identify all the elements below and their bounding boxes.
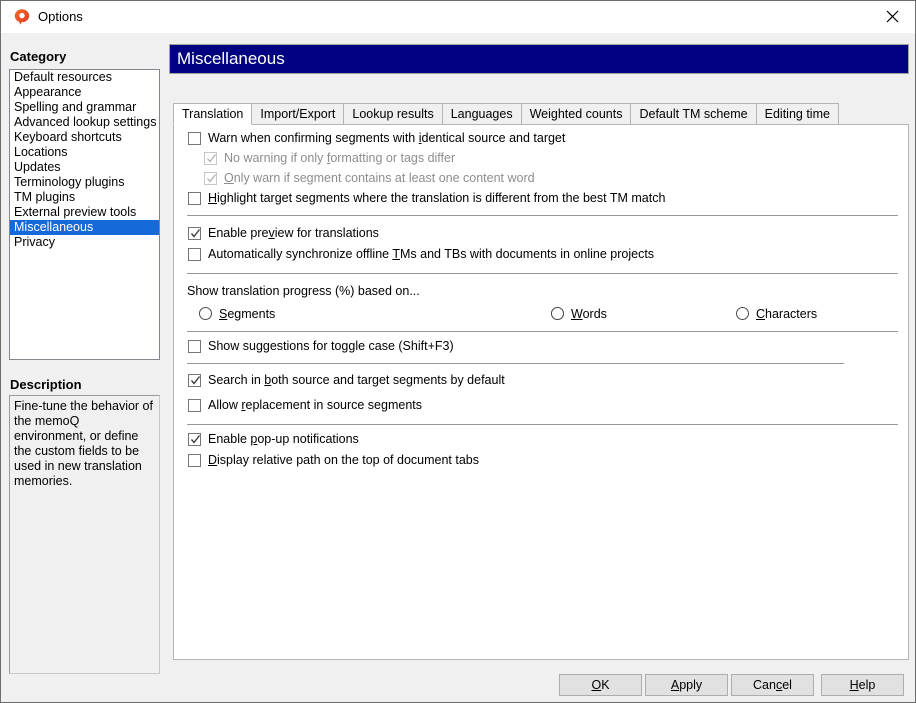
tab-strip: TranslationImport/ExportLookup resultsLa… [173, 103, 909, 125]
checkbox-no-warning-formatting [204, 152, 217, 165]
checkbox-highlight-target[interactable] [188, 192, 201, 205]
category-item[interactable]: Advanced lookup settings [10, 115, 159, 130]
label-allow-replacement: Allow replacement in source segments [208, 398, 422, 413]
category-item[interactable]: Spelling and grammar [10, 100, 159, 115]
option-only-warn-content-word: Only warn if segment contains at least o… [204, 170, 535, 186]
progress-group-caption: Show translation progress (%) based on..… [187, 284, 420, 298]
category-item[interactable]: Terminology plugins [10, 175, 159, 190]
label-no-warning-formatting: No warning if only formatting or tags di… [224, 151, 455, 166]
label-warn-identical: Warn when confirming segments with ident… [208, 131, 565, 146]
label-toggle-case: Show suggestions for toggle case (Shift+… [208, 339, 454, 354]
label-words: Words [571, 306, 607, 322]
tab-lookup-results[interactable]: Lookup results [343, 103, 442, 124]
radio-segments[interactable] [199, 307, 212, 320]
option-toggle-case[interactable]: Show suggestions for toggle case (Shift+… [188, 338, 454, 354]
category-item[interactable]: Default resources [10, 70, 159, 85]
tab-default-tm-scheme[interactable]: Default TM scheme [630, 103, 756, 124]
check-mark-icon [206, 172, 217, 185]
checkbox-relative-path[interactable] [188, 454, 201, 467]
option-relative-path[interactable]: Display relative path on the top of docu… [188, 452, 479, 468]
category-item[interactable]: External preview tools [10, 205, 159, 220]
label-highlight-target: Highlight target segments where the tran… [208, 191, 665, 206]
label-popup-notifications: Enable pop-up notifications [208, 432, 359, 447]
option-popup-notifications[interactable]: Enable pop-up notifications [188, 431, 359, 447]
page-header-banner: Miscellaneous [169, 44, 909, 74]
label-auto-sync: Automatically synchronize offline TMs an… [208, 247, 654, 262]
divider-4 [187, 363, 844, 364]
apply-button[interactable]: Apply [645, 674, 728, 696]
options-dialog: Options Category Default resourcesAppear… [0, 0, 916, 703]
divider-1 [187, 215, 898, 216]
tab-import-export[interactable]: Import/Export [251, 103, 344, 124]
option-enable-preview[interactable]: Enable preview for translations [188, 225, 379, 241]
divider-3 [187, 331, 898, 332]
label-characters: Characters [756, 306, 817, 322]
category-item[interactable]: Privacy [10, 235, 159, 250]
category-item[interactable]: TM plugins [10, 190, 159, 205]
cancel-button[interactable]: Cancel [731, 674, 814, 696]
option-allow-replacement[interactable]: Allow replacement in source segments [188, 397, 422, 413]
check-mark-icon [206, 152, 217, 165]
title-bar: Options [1, 1, 915, 33]
option-highlight-target[interactable]: Highlight target segments where the tran… [188, 190, 665, 206]
label-only-warn-content-word: Only warn if segment contains at least o… [224, 171, 535, 186]
tab-editing-time[interactable]: Editing time [756, 103, 839, 124]
check-mark-icon [190, 433, 201, 446]
check-mark-icon [190, 227, 201, 240]
description-label: Description [10, 377, 82, 392]
ok-button[interactable]: OK [559, 674, 642, 696]
checkbox-only-warn-content-word [204, 172, 217, 185]
option-search-both[interactable]: Search in both source and target segment… [188, 372, 505, 388]
category-label: Category [10, 49, 66, 64]
window-title: Options [38, 8, 83, 25]
progress-radio-group: Segments Words Characters [187, 306, 887, 322]
label-segments: Segments [219, 306, 275, 322]
category-item[interactable]: Keyboard shortcuts [10, 130, 159, 145]
option-no-warning-formatting: No warning if only formatting or tags di… [204, 150, 455, 166]
option-warn-identical[interactable]: Warn when confirming segments with ident… [188, 130, 565, 146]
radio-characters[interactable] [736, 307, 749, 320]
checkbox-warn-identical[interactable] [188, 132, 201, 145]
tab-weighted-counts[interactable]: Weighted counts [521, 103, 632, 124]
tab-languages[interactable]: Languages [442, 103, 522, 124]
category-list[interactable]: Default resourcesAppearanceSpelling and … [9, 69, 160, 360]
close-icon[interactable] [870, 1, 915, 32]
description-text: Fine-tune the behavior of the memoQ envi… [10, 396, 159, 489]
category-item[interactable]: Appearance [10, 85, 159, 100]
checkbox-auto-sync[interactable] [188, 248, 201, 261]
memoq-logo-icon [13, 8, 31, 26]
page-title: Miscellaneous [177, 49, 285, 69]
checkbox-enable-preview[interactable] [188, 227, 201, 240]
label-search-both: Search in both source and target segment… [208, 373, 505, 388]
divider-5 [187, 424, 898, 425]
label-enable-preview: Enable preview for translations [208, 226, 379, 241]
checkbox-search-both[interactable] [188, 374, 201, 387]
description-panel: Fine-tune the behavior of the memoQ envi… [9, 395, 160, 674]
checkbox-allow-replacement[interactable] [188, 399, 201, 412]
checkbox-popup-notifications[interactable] [188, 433, 201, 446]
check-mark-icon [190, 374, 201, 387]
tab-translation[interactable]: Translation [173, 103, 252, 125]
option-auto-sync[interactable]: Automatically synchronize offline TMs an… [188, 246, 654, 262]
category-item[interactable]: Miscellaneous [10, 220, 159, 235]
category-item[interactable]: Locations [10, 145, 159, 160]
label-relative-path: Display relative path on the top of docu… [208, 453, 479, 468]
checkbox-toggle-case[interactable] [188, 340, 201, 353]
divider-2 [187, 273, 898, 274]
help-button[interactable]: Help [821, 674, 904, 696]
category-item[interactable]: Updates [10, 160, 159, 175]
